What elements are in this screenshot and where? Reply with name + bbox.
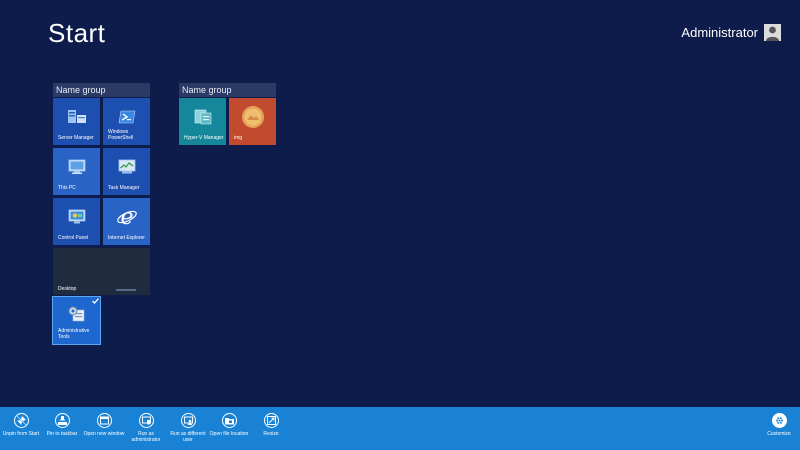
unpin-from-start-button[interactable]: Unpin from Start bbox=[0, 413, 43, 437]
desktop-wallpaper bbox=[116, 289, 136, 291]
tile-group-1: Name group Server Manager Windows PowerS… bbox=[52, 83, 150, 345]
server-manager-icon bbox=[67, 109, 87, 127]
unpin-icon bbox=[16, 416, 26, 425]
group-name-1[interactable]: Name group bbox=[53, 83, 150, 97]
start-title: Start bbox=[48, 18, 106, 48]
image-thumbnail bbox=[241, 105, 265, 131]
tile-group-2: Name group Hyper-V Manager img bbox=[179, 83, 276, 145]
control-panel-icon bbox=[67, 209, 87, 227]
powershell-icon bbox=[118, 110, 136, 126]
pin-to-taskbar-button[interactable]: Pin to taskbar bbox=[40, 413, 84, 437]
hyper-v-icon bbox=[193, 108, 213, 128]
internet-explorer-icon: e bbox=[116, 205, 138, 230]
tile-desktop[interactable]: Desktop bbox=[53, 248, 150, 295]
tile-label: Control Panel bbox=[58, 234, 89, 241]
open-new-window-button[interactable]: Open new window bbox=[82, 413, 126, 437]
command-label: Unpin from Start bbox=[2, 431, 40, 437]
svg-text:e: e bbox=[120, 206, 133, 228]
tile-label: This PC bbox=[58, 184, 76, 191]
run-as-user-icon bbox=[183, 416, 193, 425]
customize-icon bbox=[775, 417, 783, 424]
tile-label: Task Manager bbox=[108, 184, 140, 191]
task-manager-icon bbox=[117, 159, 137, 177]
tile-label: Server Manager bbox=[58, 134, 94, 141]
command-label: Customize bbox=[767, 431, 791, 437]
run-as-administrator-button[interactable]: Run as administrator bbox=[124, 413, 168, 443]
tile-label: Internet Explorer bbox=[108, 234, 145, 241]
this-pc-icon bbox=[67, 159, 87, 177]
tile-label: Administrative Tools bbox=[58, 328, 90, 340]
command-label: Open file location bbox=[209, 431, 249, 437]
tile-this-pc[interactable]: This PC bbox=[53, 148, 100, 195]
username: Administrator bbox=[681, 25, 758, 40]
resize-button[interactable]: Resize bbox=[249, 413, 293, 437]
administrative-tools-icon bbox=[67, 305, 87, 325]
command-label: Pin to taskbar bbox=[46, 431, 78, 437]
new-window-icon bbox=[99, 416, 109, 425]
user-account[interactable]: Administrator bbox=[681, 24, 781, 41]
tile-internet-explorer[interactable]: e Internet Explorer bbox=[103, 198, 150, 245]
tile-img[interactable]: img bbox=[229, 98, 276, 145]
command-label: Run as administrator bbox=[131, 431, 161, 443]
tile-task-manager[interactable]: Task Manager bbox=[103, 148, 150, 195]
run-as-different-user-button[interactable]: Run as different user bbox=[166, 413, 210, 443]
command-label: Open new window bbox=[83, 431, 125, 437]
customize-button[interactable]: Customize bbox=[757, 413, 800, 437]
group-name-2[interactable]: Name group bbox=[179, 83, 276, 97]
file-location-icon bbox=[224, 418, 234, 425]
tile-control-panel[interactable]: Control Panel bbox=[53, 198, 100, 245]
user-avatar-icon bbox=[764, 24, 781, 41]
tile-label: Hyper-V Manager bbox=[184, 134, 224, 141]
pin-taskbar-icon bbox=[57, 416, 67, 425]
run-as-admin-icon bbox=[141, 416, 151, 425]
tile-label: img bbox=[234, 134, 243, 141]
app-bar: Unpin from Start Pin to taskbar Open new… bbox=[0, 407, 800, 450]
tile-label: Desktop bbox=[58, 285, 77, 292]
open-file-location-button[interactable]: Open file location bbox=[207, 413, 251, 437]
tile-hyper-v-manager[interactable]: Hyper-V Manager bbox=[179, 98, 226, 145]
tile-label: Windows PowerShell bbox=[108, 129, 134, 141]
tile-powershell[interactable]: Windows PowerShell bbox=[103, 98, 150, 145]
resize-icon bbox=[266, 416, 276, 425]
selected-check-icon bbox=[88, 297, 100, 309]
tile-server-manager[interactable]: Server Manager bbox=[53, 98, 100, 145]
command-label: Resize bbox=[263, 431, 279, 437]
tile-administrative-tools[interactable]: Administrative Tools bbox=[52, 296, 101, 345]
command-label: Run as different user bbox=[170, 431, 206, 443]
